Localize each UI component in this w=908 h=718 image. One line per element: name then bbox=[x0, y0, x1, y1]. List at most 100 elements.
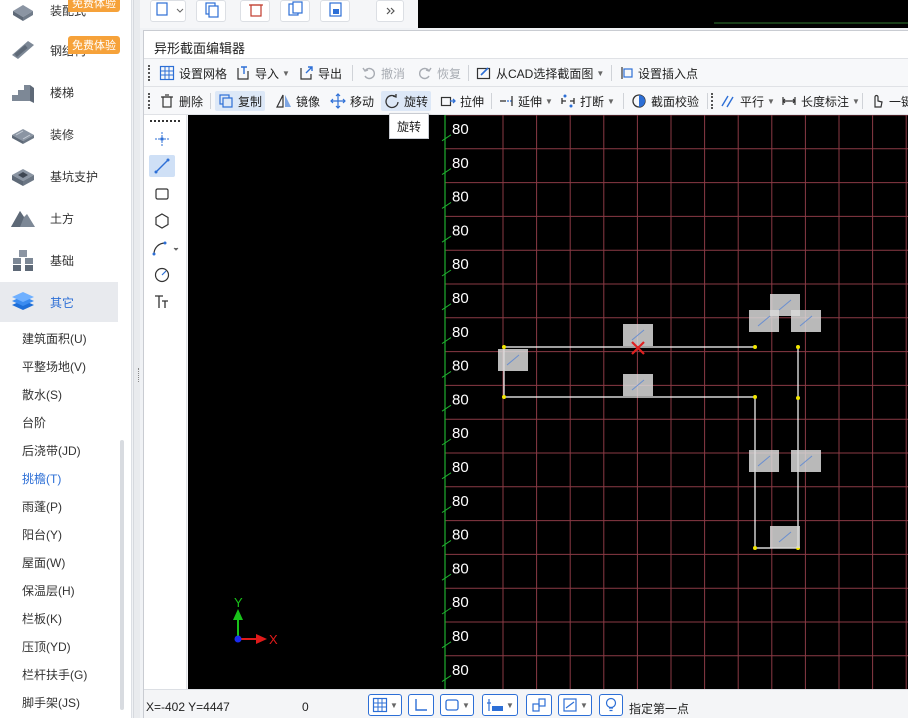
text-tool[interactable] bbox=[149, 291, 175, 313]
sub-item-parapet[interactable]: 栏板(K) bbox=[22, 610, 62, 627]
category-label: 楼梯 bbox=[50, 85, 75, 100]
set-insert-point-button[interactable]: 设置插入点 bbox=[615, 63, 701, 83]
redo-icon bbox=[419, 67, 432, 80]
circle-icon bbox=[154, 267, 170, 283]
undo-icon bbox=[362, 67, 375, 80]
vertex-point bbox=[502, 395, 506, 399]
category-other[interactable]: 其它 bbox=[0, 282, 118, 322]
sidebar-scrollbar[interactable] bbox=[120, 440, 124, 710]
category-label: 装修 bbox=[50, 127, 75, 142]
line-tool[interactable] bbox=[149, 155, 175, 177]
sub-item-steps[interactable]: 台阶 bbox=[22, 414, 46, 431]
delete-button[interactable]: 删除 bbox=[156, 91, 206, 111]
circle-tool[interactable] bbox=[149, 264, 175, 286]
export-layer-button[interactable] bbox=[320, 0, 350, 22]
category-label: 基础 bbox=[50, 253, 75, 268]
mirror-button[interactable]: 镜像 bbox=[273, 91, 323, 111]
sub-item-canopy[interactable]: 雨蓬(P) bbox=[22, 498, 62, 515]
duplicate-button[interactable] bbox=[280, 0, 310, 22]
redo-button[interactable]: 恢复 bbox=[414, 63, 464, 83]
stretch-button[interactable]: 拉伸 bbox=[437, 91, 487, 111]
snap-rectangle-icon bbox=[445, 699, 459, 711]
sub-item-roof[interactable]: 屋面(W) bbox=[22, 554, 65, 571]
trash-icon bbox=[161, 94, 173, 108]
toolbar-grip-icon bbox=[148, 65, 151, 81]
grid-tick bbox=[441, 607, 452, 615]
export-button[interactable]: 导出 bbox=[295, 63, 345, 83]
break-button[interactable]: 打断 ▼ bbox=[557, 91, 618, 111]
hexagon-icon bbox=[155, 213, 169, 229]
drawing-canvas[interactable]: 80 80 80 80 80 80 80 80 80 80 80 80 80 80 80 80 80 Y X bbox=[188, 115, 908, 689]
editor-status-bar: X=-402 Y=4447 0 ▼ ▼ ▼ ▼ 指定第一点 bbox=[144, 689, 908, 718]
sub-item-balcony[interactable]: 阳台(Y) bbox=[22, 526, 62, 543]
toolbar-separator bbox=[210, 93, 211, 109]
rectangle-icon bbox=[155, 188, 169, 200]
sub-item-post-pour-strip[interactable]: 后浇带(JD) bbox=[22, 442, 81, 459]
category-stairs[interactable]: 楼梯 bbox=[0, 72, 118, 112]
toolbar-separator bbox=[491, 93, 492, 109]
category-decoration[interactable]: 装修 bbox=[0, 114, 118, 154]
rotate-button[interactable]: 旋转 bbox=[381, 91, 432, 111]
component-sidebar: 装配式 免费体验 钢结构 免费体验 楼梯 装修 基坑支护 土方 bbox=[0, 0, 132, 718]
category-label: 土方 bbox=[50, 211, 75, 226]
splitter-grip-icon[interactable] bbox=[138, 368, 141, 382]
grid-spacing-label: 80 bbox=[452, 222, 469, 239]
dynamic-input-toggle[interactable]: ▼ bbox=[482, 694, 518, 716]
extend-button[interactable]: 延伸 ▼ bbox=[495, 91, 556, 111]
panel-splitter[interactable] bbox=[133, 0, 140, 718]
category-foundation[interactable]: 基础 bbox=[0, 240, 118, 280]
editor-title-bar: 异形截面编辑器 bbox=[144, 31, 908, 59]
sub-item-building-area[interactable]: 建筑面积(U) bbox=[22, 330, 87, 347]
y-axis-label: Y bbox=[234, 595, 243, 610]
one-key-button[interactable]: 一键 bbox=[866, 91, 908, 111]
line-icon bbox=[154, 158, 170, 174]
copy-layer-button[interactable] bbox=[196, 0, 226, 22]
sub-item-site-leveling[interactable]: 平整场地(V) bbox=[22, 358, 86, 375]
sub-item-insulation[interactable]: 保温层(H) bbox=[22, 582, 75, 599]
vertex-point bbox=[753, 345, 757, 349]
ortho-toggle[interactable] bbox=[408, 694, 434, 716]
sub-item-railing[interactable]: 栏杆扶手(G) bbox=[22, 666, 87, 683]
object-track-toggle[interactable] bbox=[526, 694, 552, 716]
foundation-icon bbox=[10, 249, 36, 271]
ortho-icon bbox=[415, 699, 427, 711]
earthwork-icon bbox=[10, 207, 36, 229]
section-check-button[interactable]: 截面校验 bbox=[628, 91, 702, 111]
parallel-button[interactable]: 平行 ▼ bbox=[717, 91, 778, 111]
prefab-icon bbox=[10, 0, 36, 21]
osnap-toggle[interactable]: ▼ bbox=[558, 694, 592, 716]
grid-tick bbox=[441, 404, 452, 412]
arc-tool[interactable] bbox=[149, 237, 183, 259]
sub-item-coping[interactable]: 压顶(YD) bbox=[22, 638, 71, 655]
snap-toggle[interactable]: ▼ bbox=[440, 694, 474, 716]
panel-grip-icon bbox=[150, 120, 180, 122]
rotate-icon bbox=[385, 94, 399, 109]
length-dimension-button[interactable]: 长度标注 ▼ bbox=[778, 91, 863, 111]
new-file-button[interactable] bbox=[150, 0, 186, 22]
hint-toggle[interactable] bbox=[599, 694, 623, 716]
select-from-cad-button[interactable]: 从CAD选择截面图 ▼ bbox=[473, 63, 607, 83]
point-tool[interactable] bbox=[149, 128, 175, 150]
grid-toggle[interactable]: ▼ bbox=[368, 694, 402, 716]
more-button[interactable] bbox=[376, 0, 404, 22]
text-icon bbox=[155, 295, 168, 308]
set-grid-button[interactable]: 设置网格 bbox=[156, 63, 230, 83]
polygon-tool[interactable] bbox=[149, 210, 175, 232]
delete-layer-button[interactable] bbox=[240, 0, 270, 22]
steel-icon bbox=[10, 39, 36, 61]
rotate-tooltip: 旋转 bbox=[389, 113, 429, 139]
undo-button[interactable]: 撤消 bbox=[358, 63, 408, 83]
sub-item-apron[interactable]: 散水(S) bbox=[22, 386, 62, 403]
grid-tick bbox=[441, 675, 452, 683]
import-button[interactable]: 导入 ▼ bbox=[232, 63, 293, 83]
grid-tick bbox=[441, 370, 452, 378]
category-earthwork[interactable]: 土方 bbox=[0, 198, 118, 238]
rectangle-tool[interactable] bbox=[149, 183, 175, 205]
category-foundation-pit[interactable]: 基坑支护 bbox=[0, 156, 118, 196]
copy-button[interactable]: 复制 bbox=[215, 91, 266, 111]
sub-item-cornice[interactable]: 挑檐(T) bbox=[22, 470, 61, 487]
sub-item-scaffold[interactable]: 脚手架(JS) bbox=[22, 694, 80, 711]
track-icon bbox=[532, 698, 546, 712]
export-icon bbox=[300, 66, 313, 80]
move-button[interactable]: 移动 bbox=[327, 91, 377, 111]
